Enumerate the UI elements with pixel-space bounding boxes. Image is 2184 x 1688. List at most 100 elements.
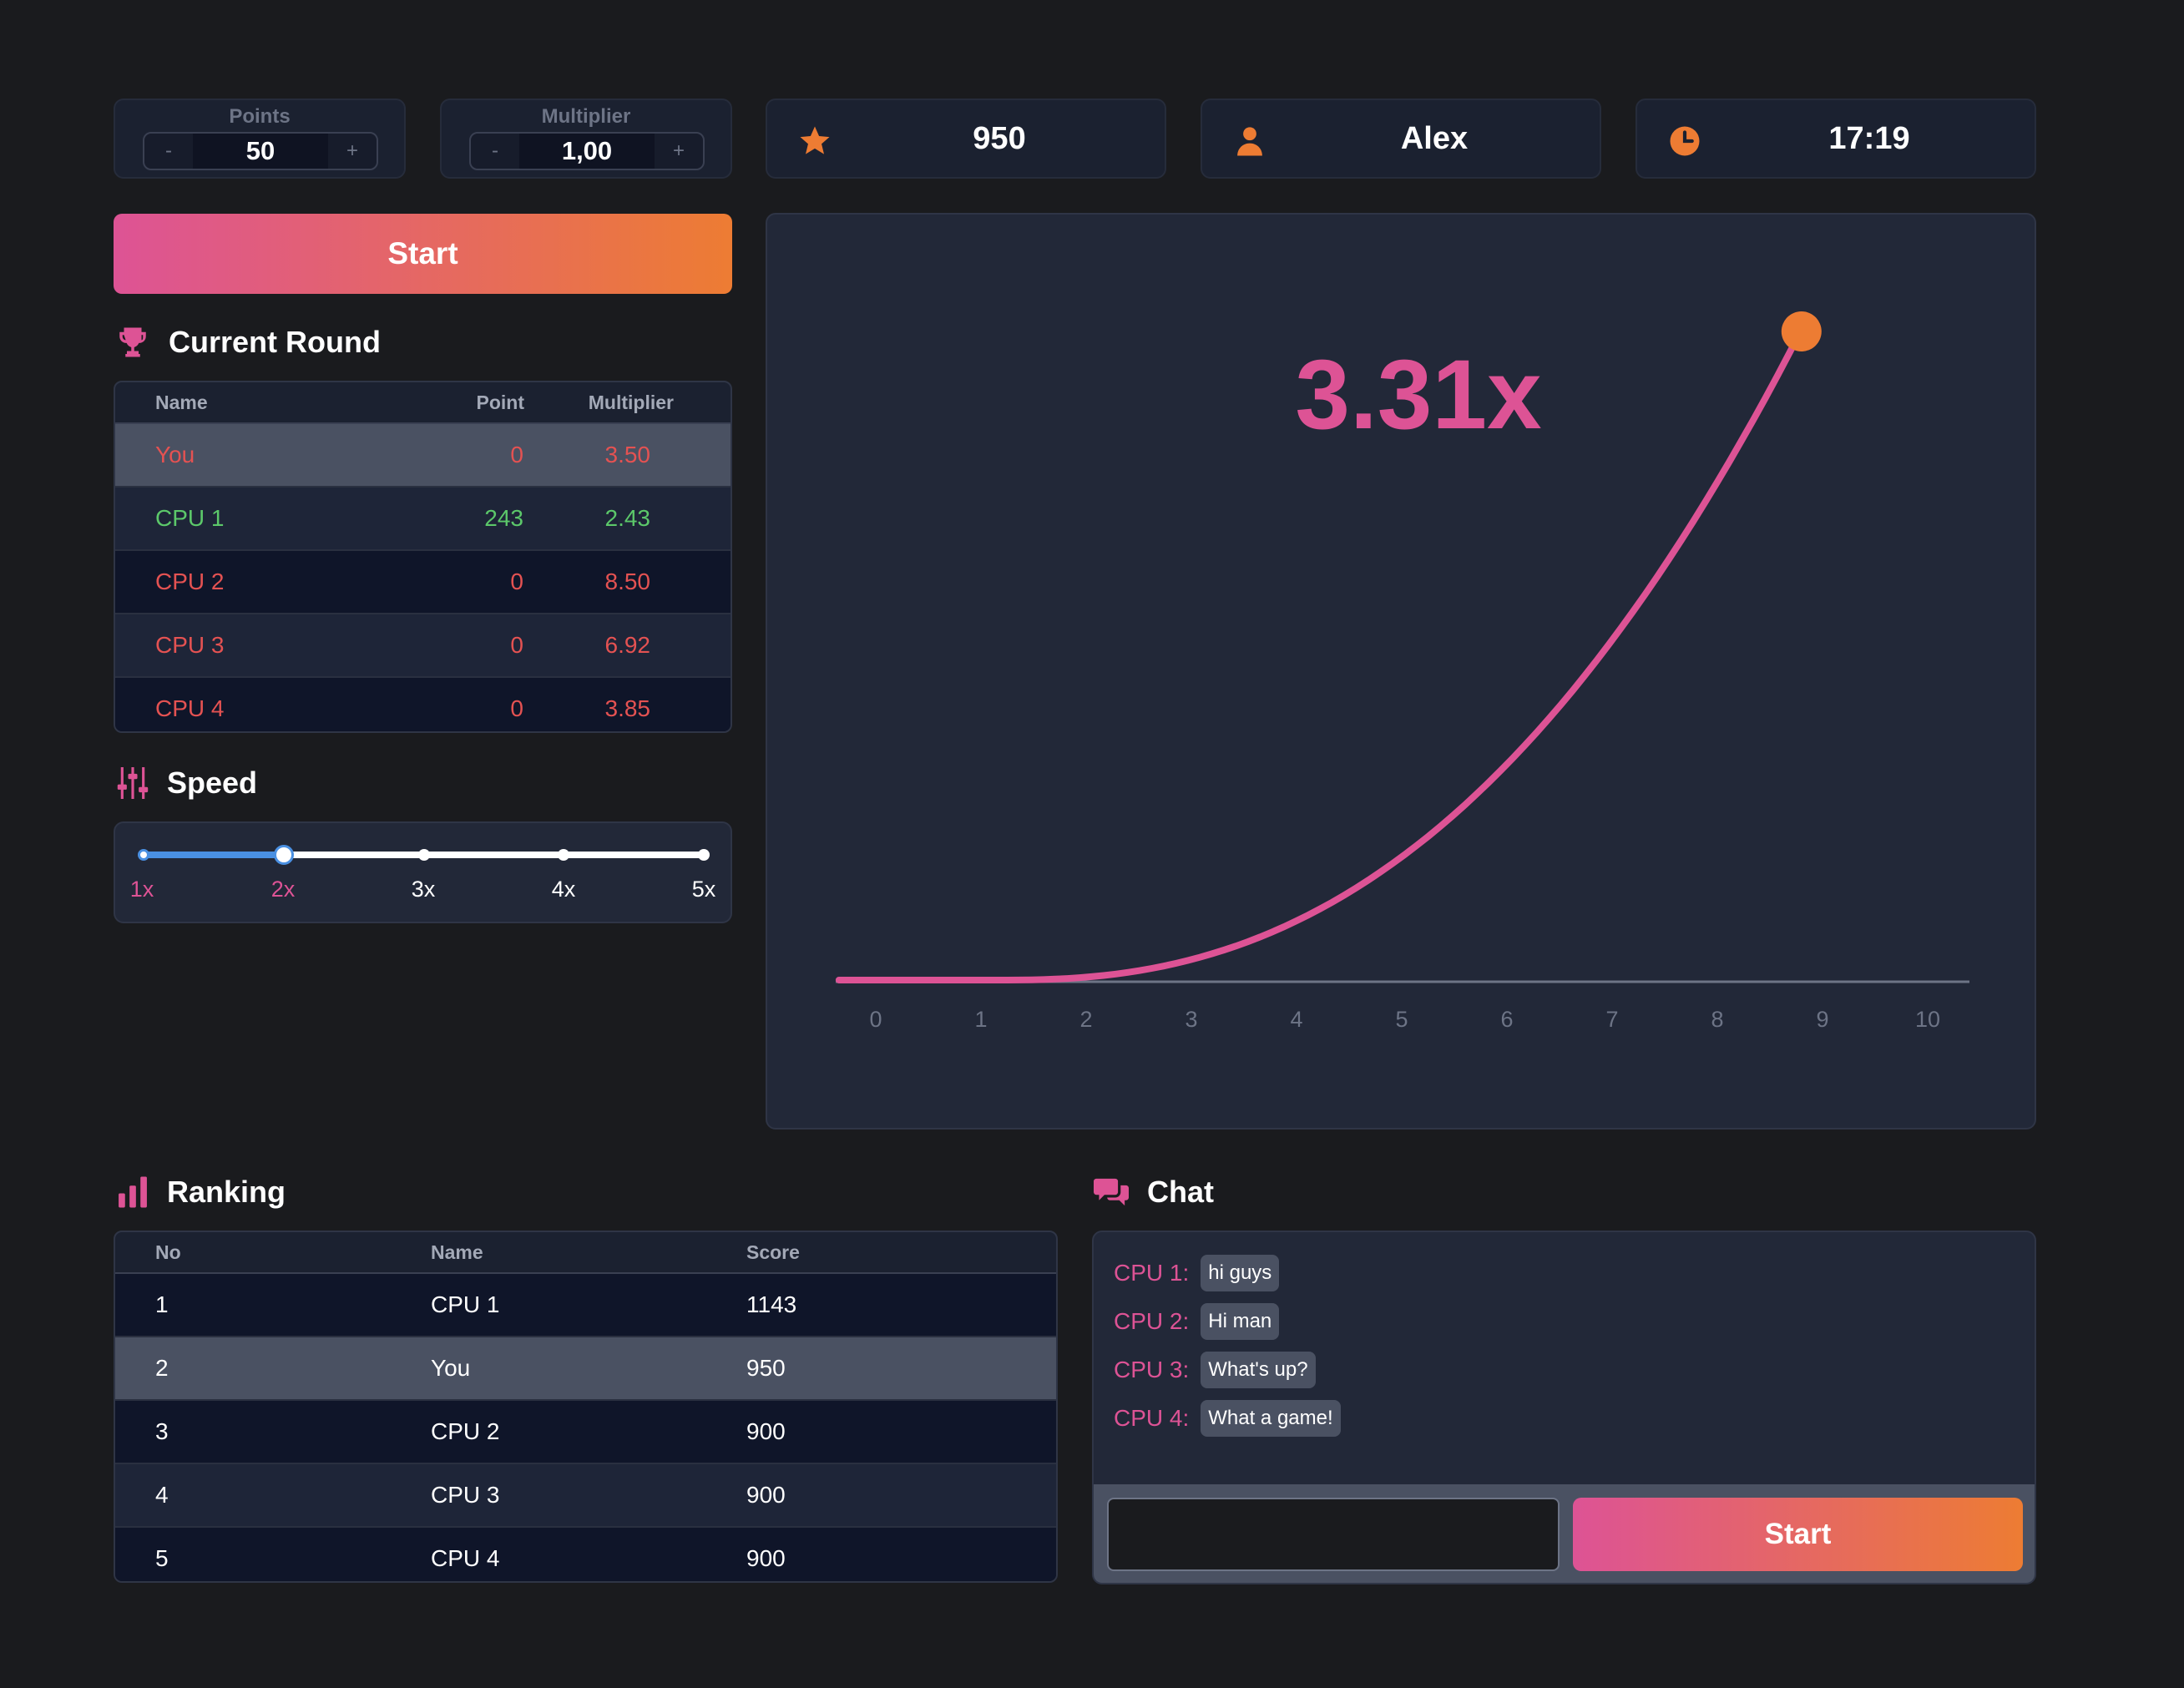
round-point: 0: [432, 613, 524, 677]
points-value[interactable]: 50: [193, 134, 328, 169]
column-header-name: Name: [430, 1232, 746, 1274]
chat-message-text: What a game!: [1201, 1400, 1341, 1437]
multiplier-decrement-button[interactable]: -: [471, 134, 519, 169]
chat-message-text: Hi man: [1201, 1303, 1280, 1340]
bar-chart-icon: [119, 1176, 147, 1208]
speed-option-2x[interactable]: 2x: [266, 877, 300, 902]
round-name: CPU 1: [115, 486, 432, 550]
speed-title: Speed: [167, 766, 258, 800]
round-multiplier: 8.50: [524, 549, 731, 614]
speed-option-4x[interactable]: 4x: [547, 877, 580, 902]
current-round-header-row: Name Point Multiplier: [115, 382, 731, 424]
multiplier-control: Multiplier - 1,00 +: [440, 99, 732, 179]
chat-messages: CPU 1: hi guys CPU 2: Hi man CPU 3: What…: [1114, 1249, 1341, 1443]
speed-panel: 1x 2x 3x 4x 5x: [114, 821, 732, 923]
multiplier-display: 3.31x: [1295, 340, 1542, 450]
points-control: Points - 50 +: [114, 99, 406, 179]
points-decrement-button[interactable]: -: [144, 134, 193, 169]
speed-option-3x[interactable]: 3x: [407, 877, 440, 902]
round-row: CPU 4 0 3.85: [115, 676, 731, 731]
column-header-name: Name: [115, 382, 432, 424]
round-point: 243: [432, 486, 524, 550]
round-row: CPU 1 243 2.43: [115, 486, 731, 550]
x-tick-label: 7: [1605, 1007, 1618, 1032]
curve-head-dot: [1781, 311, 1822, 351]
chat-sender: CPU 3:: [1114, 1357, 1190, 1382]
x-tick-label: 2: [1079, 1007, 1092, 1032]
time-value: 17:19: [1828, 120, 1910, 156]
chat-sender: CPU 2:: [1114, 1308, 1190, 1334]
x-tick-label: 9: [1816, 1007, 1828, 1032]
round-name: CPU 2: [115, 549, 432, 614]
user-box: Alex: [1201, 99, 1601, 179]
user-icon: [1237, 127, 1262, 156]
current-round-header: Current Round: [115, 321, 381, 364]
ranking-name: CPU 4: [430, 1526, 746, 1581]
column-header-no: No: [115, 1232, 430, 1274]
ranking-score: 900: [746, 1399, 1056, 1463]
round-point: 0: [432, 549, 524, 614]
start-button[interactable]: Start: [114, 214, 732, 294]
ranking-row: 3 CPU 2 900: [115, 1399, 1056, 1463]
user-name: Alex: [1400, 120, 1469, 156]
round-point: 0: [432, 422, 524, 487]
ranking-row: 1 CPU 1 1143: [115, 1272, 1056, 1337]
speed-slider-thumb[interactable]: [274, 845, 294, 865]
chat-message-text: What's up?: [1201, 1352, 1316, 1388]
ranking-name: CPU 1: [430, 1272, 746, 1337]
speed-option-1x[interactable]: 1x: [127, 877, 157, 902]
chat-sender: CPU 1:: [1114, 1260, 1190, 1286]
ranking-score: 900: [746, 1463, 1056, 1527]
round-multiplier: 3.85: [524, 676, 731, 731]
speed-tick: [418, 849, 430, 861]
ranking-no: 4: [115, 1463, 430, 1527]
round-row: CPU 2 0 8.50: [115, 549, 731, 614]
chat-header: Chat: [1094, 1170, 1214, 1214]
x-tick-label: 4: [1290, 1007, 1302, 1032]
column-header-multiplier: Multiplier: [524, 382, 731, 424]
chat-message: CPU 2: Hi man: [1114, 1297, 1341, 1346]
round-point: 0: [432, 676, 524, 731]
multiplier-increment-button[interactable]: +: [655, 134, 703, 169]
game-graph-panel: 0 1 2 3 4 5 6 7 8 9 10 3.31x: [766, 213, 2036, 1130]
speed-option-5x[interactable]: 5x: [687, 877, 720, 902]
chat-input[interactable]: [1107, 1498, 1560, 1571]
points-label: Points: [229, 105, 291, 128]
chat-message: CPU 4: What a game!: [1114, 1394, 1341, 1443]
round-multiplier: 3.50: [524, 422, 731, 487]
ranking-table: No Name Score 1 CPU 1 1143 2 You 950 3 C…: [114, 1231, 1058, 1583]
sliders-icon: [117, 767, 149, 799]
round-row: CPU 3 0 6.92: [115, 613, 731, 677]
ranking-name: You: [430, 1336, 746, 1400]
chat-title: Chat: [1147, 1175, 1214, 1209]
round-name: CPU 4: [115, 676, 432, 731]
points-increment-button[interactable]: +: [328, 134, 377, 169]
multiplier-value[interactable]: 1,00: [519, 134, 655, 169]
star-icon: [800, 126, 830, 154]
speed-slider-fill: [142, 852, 283, 858]
round-multiplier: 6.92: [524, 613, 731, 677]
ranking-row: 2 You 950: [115, 1336, 1056, 1400]
ranking-score: 900: [746, 1526, 1056, 1581]
clock-icon: [1670, 126, 1700, 156]
x-tick-label: 10: [1915, 1007, 1940, 1032]
chat-bubbles-icon: [1094, 1178, 1129, 1206]
x-tick-label: 3: [1185, 1007, 1197, 1032]
chat-message-text: hi guys: [1201, 1255, 1280, 1291]
time-box: 17:19: [1635, 99, 2036, 179]
x-tick-label: 6: [1500, 1007, 1513, 1032]
round-name: CPU 3: [115, 613, 432, 677]
chat-panel: CPU 1: hi guys CPU 2: Hi man CPU 3: What…: [1092, 1231, 2036, 1584]
column-header-point: Point: [432, 382, 524, 424]
ranking-no: 5: [115, 1526, 430, 1581]
x-tick-label: 1: [974, 1007, 987, 1032]
speed-header: Speed: [117, 761, 257, 805]
ranking-header-row: No Name Score: [115, 1232, 1056, 1274]
multiplier-label: Multiplier: [541, 105, 631, 128]
chat-sender: CPU 4:: [1114, 1405, 1190, 1431]
current-round-title: Current Round: [169, 325, 381, 359]
chat-message: CPU 3: What's up?: [1114, 1346, 1341, 1394]
chat-send-button[interactable]: Start: [1573, 1498, 2023, 1571]
score-box: 950: [766, 99, 1166, 179]
round-multiplier: 2.43: [524, 486, 731, 550]
